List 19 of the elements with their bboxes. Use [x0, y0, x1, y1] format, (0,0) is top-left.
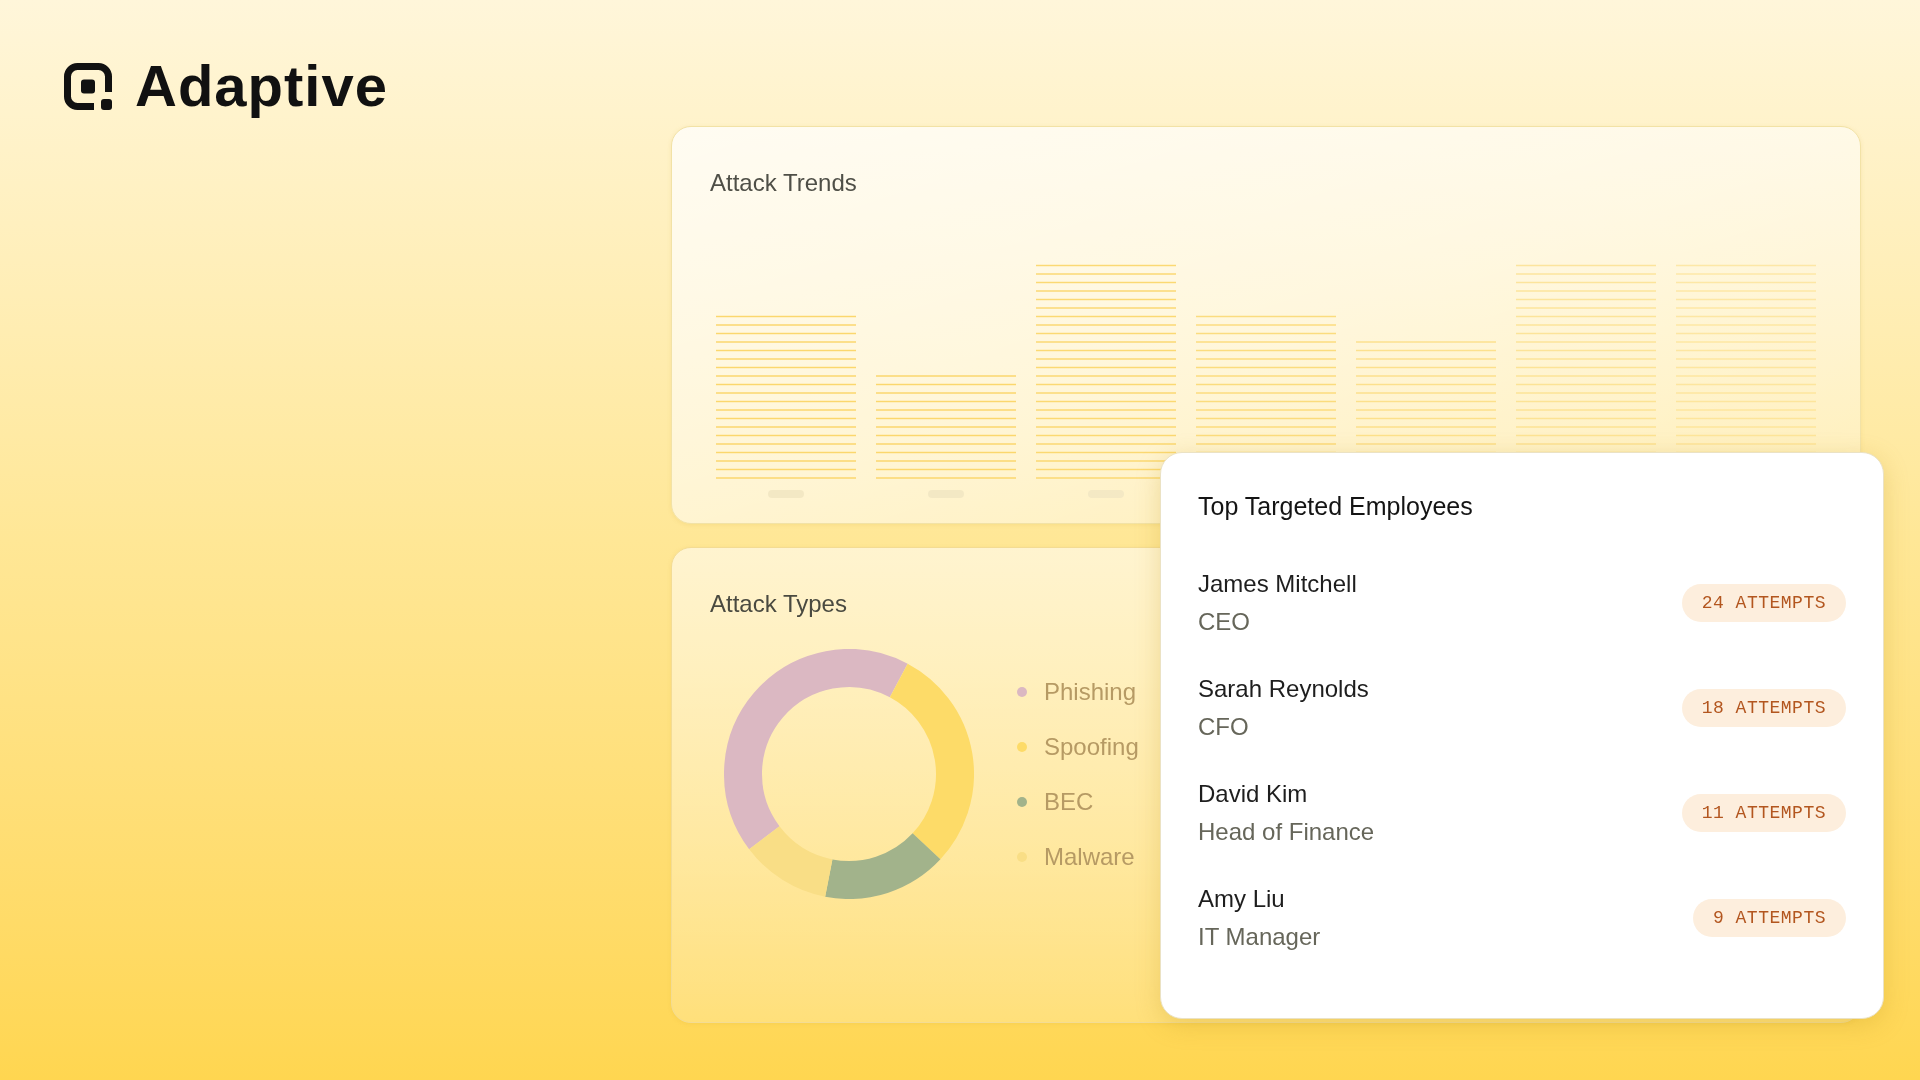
employee-name: Sarah Reynolds [1198, 674, 1369, 704]
employee-role: IT Manager [1198, 922, 1321, 952]
attempts-badge: 9 ATTEMPTS [1692, 899, 1846, 937]
attempts-badge: 11 ATTEMPTS [1681, 794, 1846, 832]
legend-label: Spoofing [1044, 731, 1139, 762]
employee-role: CEO [1198, 607, 1250, 637]
employee-role: Head of Finance [1198, 817, 1375, 847]
employee-name: James Mitchell [1198, 569, 1357, 599]
legend-label: BEC [1044, 786, 1094, 817]
card-title: Attack Types [710, 589, 847, 619]
employee-name: Amy Liu [1198, 884, 1285, 914]
logo-icon [64, 62, 112, 110]
legend-label: Phishing [1044, 676, 1137, 707]
employee-role: CFO [1198, 712, 1249, 742]
attempts-badge: 24 ATTEMPTS [1681, 584, 1846, 622]
card-title: Attack Trends [710, 168, 857, 198]
employee-name: David Kim [1198, 779, 1308, 809]
legend-label: Malware [1044, 841, 1135, 872]
attempts-badge: 18 ATTEMPTS [1681, 689, 1846, 727]
